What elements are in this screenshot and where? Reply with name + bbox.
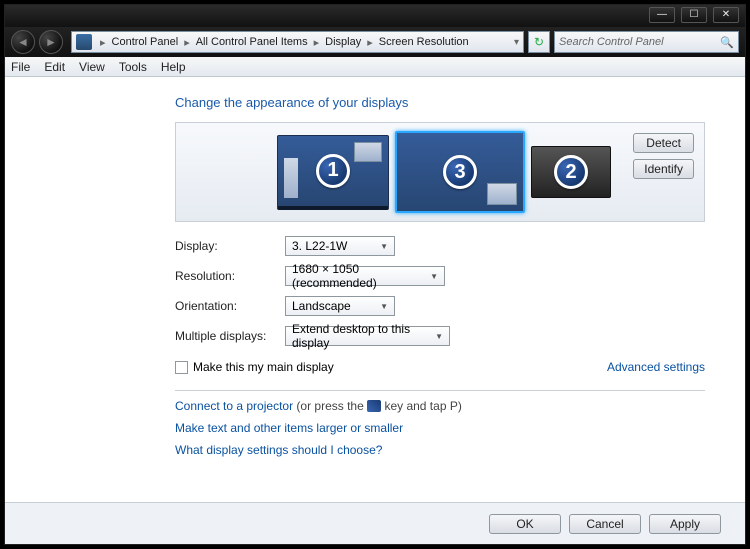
ok-button[interactable]: OK [489,514,561,534]
menubar: File Edit View Tools Help [5,57,745,77]
apply-button[interactable]: Apply [649,514,721,534]
monitor-number: 3 [443,155,477,189]
windows-key-icon [367,400,381,412]
divider [175,390,705,391]
refresh-button[interactable]: ↻ [528,31,550,53]
main-display-label: Make this my main display [193,360,334,374]
chevron-right-icon: ▸ [96,36,110,49]
search-icon: 🔍 [720,36,734,49]
menu-file[interactable]: File [11,60,30,74]
breadcrumb-item[interactable]: Display [323,36,363,48]
identify-button[interactable]: Identify [633,159,694,179]
search-input[interactable]: Search Control Panel 🔍 [554,31,739,53]
window-frame: — ☐ ✕ ◄ ► ▸ Control Panel ▸ All Control … [4,4,746,545]
help-link[interactable]: What display settings should I choose? [175,443,705,457]
thumbnail-icon [284,158,298,198]
breadcrumb[interactable]: ▸ Control Panel ▸ All Control Panel Item… [71,31,524,53]
menu-view[interactable]: View [79,60,105,74]
thumbnail-icon [354,142,382,162]
breadcrumb-dropdown[interactable]: ▾ [514,37,519,48]
breadcrumb-item[interactable]: Screen Resolution [377,36,471,48]
display-preview[interactable]: 1 3 2 Detect Identify [175,122,705,222]
orientation-label: Orientation: [175,299,285,313]
display-select[interactable]: 3. L22-1W [285,236,395,256]
cancel-button[interactable]: Cancel [569,514,641,534]
multiple-label: Multiple displays: [175,329,285,343]
advanced-settings-link[interactable]: Advanced settings [607,360,705,374]
chevron-right-icon: ▸ [363,36,377,49]
minimize-button[interactable]: — [649,7,675,23]
back-button[interactable]: ◄ [11,30,35,54]
menu-edit[interactable]: Edit [44,60,65,74]
resolution-label: Resolution: [175,269,285,283]
breadcrumb-item[interactable]: Control Panel [110,36,181,48]
maximize-button[interactable]: ☐ [681,7,707,23]
chevron-right-icon: ▸ [180,36,194,49]
projector-link[interactable]: Connect to a projector (or press the key… [175,399,705,413]
menu-help[interactable]: Help [161,60,186,74]
page-title: Change the appearance of your displays [175,95,705,110]
thumbnail-icon [487,183,517,205]
monitor-1[interactable]: 1 [277,135,389,210]
titlebar[interactable]: — ☐ ✕ [5,5,745,27]
forward-button[interactable]: ► [39,30,63,54]
menu-tools[interactable]: Tools [119,60,147,74]
button-bar: OK Cancel Apply [5,502,745,544]
chevron-right-icon: ▸ [310,36,324,49]
control-panel-icon [76,34,92,50]
breadcrumb-item[interactable]: All Control Panel Items [194,36,310,48]
monitor-number: 2 [554,155,588,189]
address-bar-row: ◄ ► ▸ Control Panel ▸ All Control Panel … [5,27,745,57]
detect-button[interactable]: Detect [633,133,694,153]
display-label: Display: [175,239,285,253]
client-area: Change the appearance of your displays 1… [5,77,745,544]
search-placeholder: Search Control Panel [559,36,664,48]
monitor-2[interactable]: 2 [531,146,611,198]
close-button[interactable]: ✕ [713,7,739,23]
resolution-select[interactable]: 1680 × 1050 (recommended) [285,266,445,286]
multiple-displays-select[interactable]: Extend desktop to this display [285,326,450,346]
text-size-link[interactable]: Make text and other items larger or smal… [175,421,705,435]
main-display-checkbox[interactable] [175,361,188,374]
orientation-select[interactable]: Landscape [285,296,395,316]
monitor-number: 1 [316,154,350,188]
monitor-3[interactable]: 3 [395,131,525,213]
